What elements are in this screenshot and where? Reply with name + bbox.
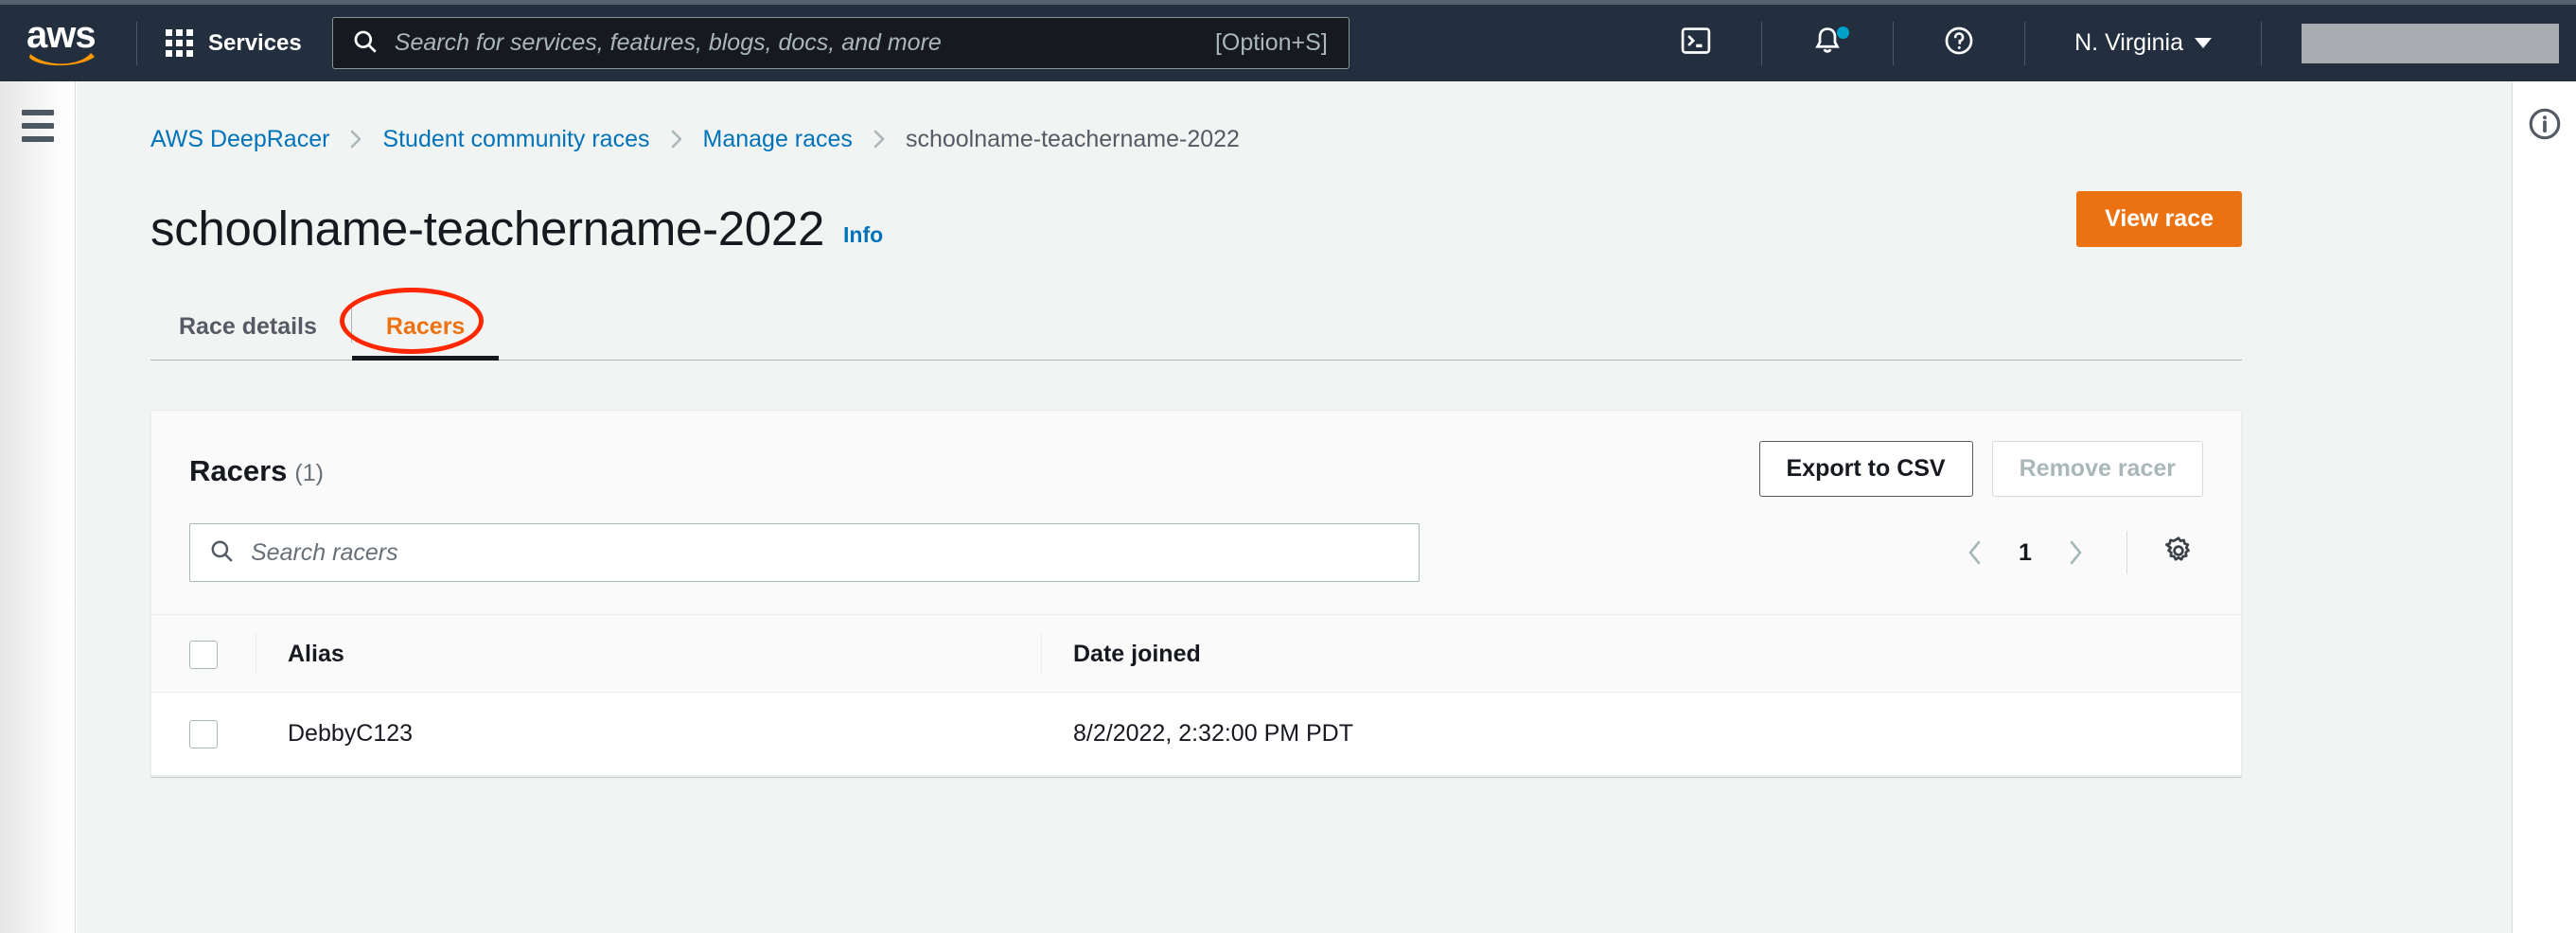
search-racers-input[interactable]: Search racers bbox=[189, 523, 1420, 582]
left-navigation-rail bbox=[0, 81, 76, 933]
global-search-input[interactable]: Search for services, features, blogs, do… bbox=[332, 17, 1350, 69]
racers-table: Alias Date joined DebbyC123 8/2/2022, 2:… bbox=[151, 614, 2241, 776]
card-actions: Export to CSV Remove racer bbox=[1759, 441, 2203, 497]
row-checkbox[interactable] bbox=[189, 720, 218, 748]
caret-down-icon bbox=[2195, 38, 2212, 48]
nav-divider bbox=[1761, 22, 1762, 65]
cell-alias: DebbyC123 bbox=[256, 693, 1041, 776]
card-title: Racers (1) bbox=[189, 441, 324, 488]
notifications-button[interactable] bbox=[1787, 17, 1868, 70]
racers-count: (1) bbox=[294, 460, 324, 486]
info-circle-icon[interactable] bbox=[2527, 106, 2563, 146]
cell-date-joined: 8/2/2022, 2:32:00 PM PDT bbox=[1041, 693, 2241, 776]
table-row[interactable]: DebbyC123 8/2/2022, 2:32:00 PM PDT bbox=[151, 693, 2241, 776]
search-icon bbox=[209, 538, 234, 568]
pagination-page-1[interactable]: 1 bbox=[2009, 539, 2041, 567]
chevron-right-icon bbox=[346, 127, 365, 151]
notification-badge bbox=[1837, 26, 1849, 39]
services-label: Services bbox=[208, 30, 302, 57]
table-preferences-button[interactable] bbox=[2154, 528, 2203, 577]
nav-divider bbox=[2261, 22, 2262, 65]
right-info-rail bbox=[2512, 81, 2576, 933]
card-header: Racers (1) Export to CSV Remove racer bbox=[151, 411, 2241, 614]
chevron-right-icon bbox=[667, 127, 686, 151]
question-circle-icon bbox=[1943, 25, 1975, 62]
nav-divider bbox=[2024, 22, 2025, 65]
chevron-right-icon bbox=[870, 127, 889, 151]
aws-smile-icon bbox=[28, 48, 97, 67]
region-selector[interactable]: N. Virginia bbox=[2050, 29, 2236, 57]
breadcrumb-item-current: schoolname-teachername-2022 bbox=[906, 126, 1240, 153]
breadcrumb-item-student-community-races[interactable]: Student community races bbox=[382, 126, 649, 153]
global-search-placeholder: Search for services, features, blogs, do… bbox=[395, 29, 1215, 57]
search-racers-placeholder: Search racers bbox=[251, 539, 398, 567]
hamburger-menu-icon[interactable] bbox=[22, 110, 54, 142]
table-header-row: Alias Date joined bbox=[151, 615, 2241, 693]
row-select-cell bbox=[151, 693, 256, 776]
pagination-divider bbox=[2126, 531, 2127, 574]
nav-divider bbox=[136, 22, 137, 65]
pagination-prev-button[interactable] bbox=[1950, 528, 2000, 577]
breadcrumb-item-aws-deepracer[interactable]: AWS DeepRacer bbox=[150, 126, 329, 153]
search-shortcut-hint: [Option+S] bbox=[1215, 29, 1328, 57]
cloudshell-terminal-icon bbox=[1680, 25, 1712, 62]
cloudshell-button[interactable] bbox=[1655, 17, 1737, 70]
pagination-next-button[interactable] bbox=[2051, 528, 2100, 577]
view-race-button[interactable]: View race bbox=[2076, 191, 2242, 247]
page-header: schoolname-teachername-2022 Info View ra… bbox=[150, 191, 2242, 255]
column-header-date-joined[interactable]: Date joined bbox=[1041, 615, 2241, 693]
table-header: Alias Date joined bbox=[151, 615, 2241, 693]
breadcrumb-item-manage-races[interactable]: Manage races bbox=[703, 126, 853, 153]
grid-menu-icon bbox=[166, 29, 193, 57]
select-all-header bbox=[151, 615, 256, 693]
page-title: schoolname-teachername-2022 bbox=[150, 203, 824, 255]
remove-racer-button[interactable]: Remove racer bbox=[1992, 441, 2203, 497]
services-menu-button[interactable]: Services bbox=[162, 24, 306, 62]
region-label: N. Virginia bbox=[2074, 29, 2183, 57]
select-all-checkbox[interactable] bbox=[189, 641, 218, 669]
aws-logo-text: aws bbox=[26, 19, 106, 51]
tab-race-details[interactable]: Race details bbox=[150, 294, 351, 360]
aws-logo[interactable]: aws bbox=[26, 19, 106, 68]
nav-divider bbox=[1893, 22, 1894, 65]
breadcrumb: AWS DeepRacer Student community races Ma… bbox=[150, 121, 2512, 157]
top-navigation-bar: aws Services Search for services, featur… bbox=[0, 0, 2576, 81]
tab-bar: Race details Racers bbox=[150, 294, 2242, 361]
main-content-area: AWS DeepRacer Student community races Ma… bbox=[77, 81, 2512, 933]
search-icon bbox=[352, 28, 378, 59]
gear-icon bbox=[2162, 535, 2195, 572]
pagination: 1 bbox=[1950, 528, 2203, 577]
tab-racers[interactable]: Racers bbox=[352, 294, 499, 360]
card-title-text: Racers bbox=[189, 454, 287, 487]
export-to-csv-button[interactable]: Export to CSV bbox=[1759, 441, 1973, 497]
table-body: DebbyC123 8/2/2022, 2:32:00 PM PDT bbox=[151, 693, 2241, 776]
info-link[interactable]: Info bbox=[843, 222, 883, 248]
account-menu-button[interactable] bbox=[2302, 24, 2559, 63]
help-button[interactable] bbox=[1918, 17, 2000, 70]
column-header-alias[interactable]: Alias bbox=[256, 615, 1041, 693]
racers-card: Racers (1) Export to CSV Remove racer bbox=[150, 410, 2242, 777]
